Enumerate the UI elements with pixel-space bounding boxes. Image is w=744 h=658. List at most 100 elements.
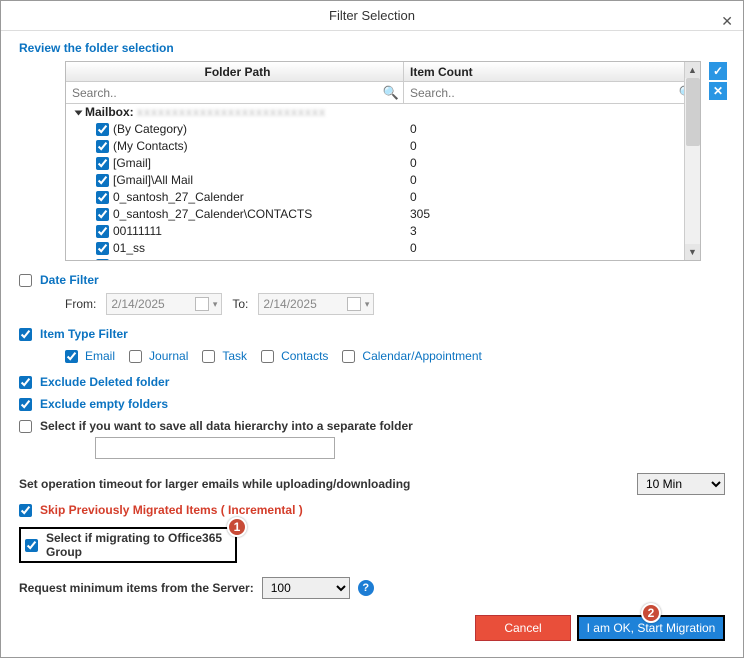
request-min-label: Request minimum items from the Server: bbox=[19, 581, 254, 595]
row-checkbox[interactable] bbox=[96, 242, 109, 255]
skip-previous-label: Skip Previously Migrated Items ( Increme… bbox=[40, 503, 303, 517]
to-date-input[interactable]: 2/14/2025 ▾ bbox=[258, 293, 374, 315]
annotation-badge-2: 2 bbox=[641, 603, 661, 623]
calendar-icon bbox=[195, 297, 209, 311]
row-checkbox[interactable] bbox=[96, 174, 109, 187]
row-label: 01_ss bbox=[113, 240, 145, 257]
chevron-down-icon[interactable] bbox=[75, 110, 83, 115]
annotation-badge-1: 1 bbox=[227, 517, 247, 537]
cancel-button-label: Cancel bbox=[504, 621, 541, 635]
separate-folder-label: Select if you want to save all data hier… bbox=[40, 419, 413, 433]
row-count: 0 bbox=[404, 189, 700, 206]
from-date-value: 2/14/2025 bbox=[111, 297, 164, 311]
close-icon[interactable]: ✕ bbox=[721, 6, 733, 36]
start-button-label: I am OK, Start Migration bbox=[587, 621, 716, 635]
exclude-empty-label: Exclude empty folders bbox=[40, 397, 168, 411]
row-checkbox[interactable] bbox=[96, 208, 109, 221]
office365-group-row: Select if migrating to Office365 Group 1 bbox=[19, 527, 237, 563]
row-label: 01_ss\qte4 bbox=[113, 257, 172, 260]
scroll-thumb[interactable] bbox=[686, 78, 700, 146]
date-filter-label: Date Filter bbox=[40, 273, 99, 287]
row-count: 0 bbox=[404, 121, 700, 138]
table-row[interactable]: 00111111 3 bbox=[66, 223, 700, 240]
item-type-filter-label: Item Type Filter bbox=[40, 327, 128, 341]
table-row[interactable]: 0_santosh_27_Calender\CONTACTS 305 bbox=[66, 206, 700, 223]
row-checkbox[interactable] bbox=[96, 259, 109, 260]
calendar-label: Calendar/Appointment bbox=[362, 349, 481, 363]
start-migration-button[interactable]: I am OK, Start Migration 2 bbox=[577, 615, 725, 641]
separate-folder-checkbox[interactable] bbox=[19, 420, 32, 433]
table-row-mailbox[interactable]: Mailbox: xxxxxxxxxxxxxxxxxxxxxxxxxxx bbox=[66, 104, 700, 121]
from-date-input[interactable]: 2/14/2025 ▾ bbox=[106, 293, 222, 315]
row-count: 3 bbox=[404, 223, 700, 240]
timeout-label: Set operation timeout for larger emails … bbox=[19, 477, 410, 491]
section-review-label: Review the folder selection bbox=[19, 41, 725, 55]
mailbox-address: xxxxxxxxxxxxxxxxxxxxxxxxxxx bbox=[137, 104, 326, 121]
office365-checkbox[interactable] bbox=[25, 539, 38, 552]
contacts-checkbox[interactable] bbox=[261, 350, 274, 363]
row-label: 0_santosh_27_Calender bbox=[113, 189, 244, 206]
row-count: 305 bbox=[404, 206, 700, 223]
journal-checkbox[interactable] bbox=[129, 350, 142, 363]
office365-label: Select if migrating to Office365 Group bbox=[46, 531, 231, 559]
row-count: 0 bbox=[404, 240, 700, 257]
to-date-value: 2/14/2025 bbox=[263, 297, 316, 311]
search-icon[interactable]: 🔍 bbox=[383, 85, 399, 101]
table-row[interactable]: 01_ss 0 bbox=[66, 240, 700, 257]
row-label: (By Category) bbox=[113, 121, 187, 138]
row-count: 0 bbox=[404, 172, 700, 189]
separate-folder-input[interactable] bbox=[95, 437, 335, 459]
row-label: [Gmail]\All Mail bbox=[113, 172, 193, 189]
skip-previous-checkbox[interactable] bbox=[19, 504, 32, 517]
row-label: (My Contacts) bbox=[113, 138, 188, 155]
to-label: To: bbox=[232, 297, 248, 311]
scrollbar[interactable]: ▲ ▼ bbox=[684, 62, 700, 260]
table-row[interactable]: [Gmail]\All Mail 0 bbox=[66, 172, 700, 189]
scroll-down-icon[interactable]: ▼ bbox=[685, 244, 700, 260]
journal-label: Journal bbox=[149, 349, 188, 363]
task-label: Task bbox=[222, 349, 247, 363]
chevron-down-icon[interactable]: ▾ bbox=[213, 299, 218, 310]
row-checkbox[interactable] bbox=[96, 123, 109, 136]
email-label: Email bbox=[85, 349, 115, 363]
task-checkbox[interactable] bbox=[202, 350, 215, 363]
date-filter-checkbox[interactable] bbox=[19, 274, 32, 287]
table-row[interactable]: 0_santosh_27_Calender 0 bbox=[66, 189, 700, 206]
item-type-filter-checkbox[interactable] bbox=[19, 328, 32, 341]
window-titlebar: Filter Selection ✕ bbox=[1, 1, 743, 31]
table-row[interactable]: (My Contacts) 0 bbox=[66, 138, 700, 155]
uncheck-all-button[interactable]: ✕ bbox=[709, 82, 727, 100]
exclude-deleted-checkbox[interactable] bbox=[19, 376, 32, 389]
column-header-folder-path[interactable]: Folder Path bbox=[66, 62, 404, 82]
row-checkbox[interactable] bbox=[96, 157, 109, 170]
window-title: Filter Selection bbox=[329, 8, 415, 23]
row-checkbox[interactable] bbox=[96, 191, 109, 204]
row-count: 0 bbox=[404, 155, 700, 172]
table-row[interactable]: [Gmail] 0 bbox=[66, 155, 700, 172]
exclude-empty-checkbox[interactable] bbox=[19, 398, 32, 411]
search-item-count-input[interactable] bbox=[408, 85, 675, 101]
cancel-button[interactable]: Cancel bbox=[475, 615, 571, 641]
contacts-label: Contacts bbox=[281, 349, 328, 363]
from-label: From: bbox=[65, 297, 96, 311]
request-min-select[interactable]: 100 bbox=[262, 577, 350, 599]
calendar-checkbox[interactable] bbox=[342, 350, 355, 363]
table-row[interactable]: 01_ss\qte4 8 bbox=[66, 257, 700, 260]
calendar-icon bbox=[347, 297, 361, 311]
column-header-item-count[interactable]: Item Count bbox=[404, 62, 700, 82]
email-checkbox[interactable] bbox=[65, 350, 78, 363]
search-folder-path-input[interactable] bbox=[70, 85, 379, 101]
chevron-down-icon[interactable]: ▾ bbox=[365, 299, 370, 310]
row-count: 0 bbox=[404, 138, 700, 155]
folder-table: Folder Path Item Count 🔍 🔍 Mailbox: xxx bbox=[65, 61, 701, 261]
table-row[interactable]: (By Category) 0 bbox=[66, 121, 700, 138]
row-checkbox[interactable] bbox=[96, 140, 109, 153]
row-count: 8 bbox=[404, 257, 700, 260]
scroll-up-icon[interactable]: ▲ bbox=[685, 62, 700, 78]
timeout-select[interactable]: 10 Min bbox=[637, 473, 725, 495]
exclude-deleted-label: Exclude Deleted folder bbox=[40, 375, 169, 389]
row-label: [Gmail] bbox=[113, 155, 151, 172]
help-icon[interactable]: ? bbox=[358, 580, 374, 596]
row-checkbox[interactable] bbox=[96, 225, 109, 238]
check-all-button[interactable]: ✓ bbox=[709, 62, 727, 80]
